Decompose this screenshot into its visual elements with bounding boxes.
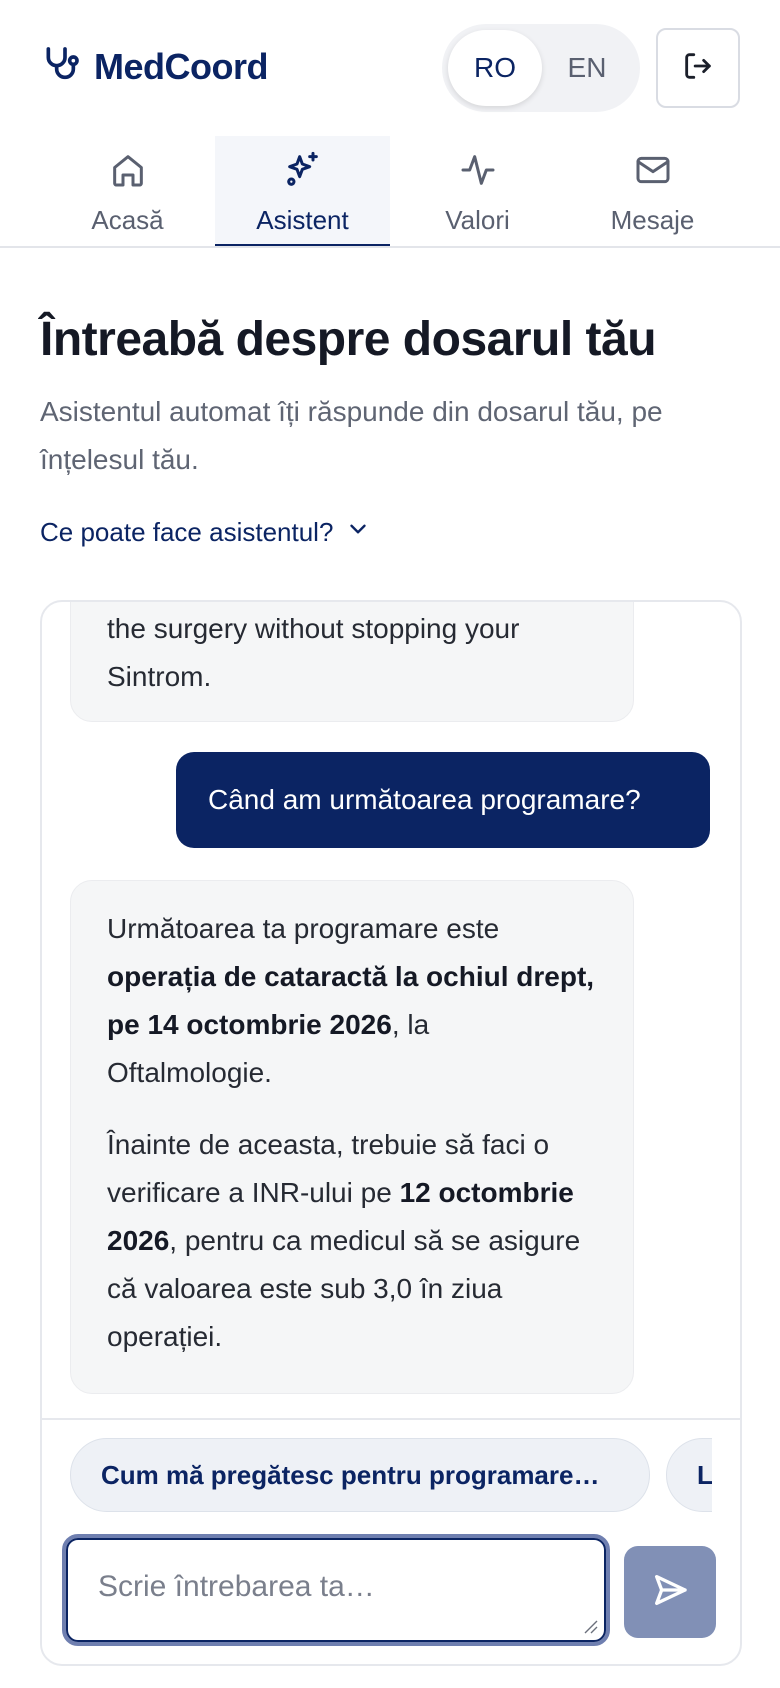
message-bold-text: operația de cataractă la ochiul drept, p…	[107, 961, 595, 1040]
logout-button[interactable]	[656, 28, 740, 108]
main-tabs: Acasă Asistent Valori Mesaje	[40, 136, 740, 248]
user-message: Când am următoarea programare?	[176, 752, 710, 848]
message-paragraph: Înainte de aceasta, trebuie să faci o ve…	[107, 1121, 597, 1361]
suggestion-chip[interactable]: La	[666, 1438, 712, 1512]
suggestion-chip[interactable]: Cum mă pregătesc pentru programare…	[70, 1438, 650, 1512]
app-header: MedCoord RO EN	[0, 0, 780, 136]
tabs-divider	[0, 246, 780, 248]
suggestions-divider	[42, 1418, 740, 1420]
tab-asistent[interactable]: Asistent	[215, 136, 390, 248]
app-logo[interactable]: MedCoord	[40, 44, 268, 89]
sparkles-icon	[283, 150, 323, 205]
page-subtitle: Asistentul automat îți răspunde din dosa…	[40, 396, 663, 475]
message-paragraph: Următoarea ta programare este operația d…	[107, 905, 597, 1097]
chevron-down-icon	[345, 516, 371, 549]
app-name: MedCoord	[94, 45, 268, 87]
message-text: Următoarea ta programare este	[107, 913, 500, 944]
activity-icon	[458, 150, 498, 205]
message-line: Sintrom.	[107, 661, 212, 692]
message-text: , pentru ca medicul să se asigure că val…	[107, 1225, 581, 1352]
question-input-wrapper	[62, 1534, 610, 1646]
language-toggle: RO EN	[442, 24, 640, 112]
stethoscope-icon	[40, 44, 80, 89]
message-line: the surgery without stopping your	[107, 613, 520, 644]
question-input[interactable]	[66, 1538, 606, 1642]
mail-icon	[633, 150, 673, 205]
user-message-text: Când am următoarea programare?	[208, 784, 641, 815]
chat-messages[interactable]: the surgery without stopping your Sintro…	[42, 602, 740, 1418]
assistant-message: the surgery without stopping your Sintro…	[70, 602, 634, 722]
page-title: Întreabă despre dosarul tău	[40, 313, 657, 366]
tab-mesaje[interactable]: Mesaje	[565, 136, 740, 248]
send-button[interactable]	[624, 1546, 716, 1638]
tab-label: Mesaje	[610, 205, 695, 235]
assistant-message: Următoarea ta programare este operația d…	[70, 880, 634, 1394]
resize-handle-icon[interactable]	[582, 1618, 598, 1634]
language-ro-button[interactable]: RO	[448, 30, 542, 106]
tab-label: Acasă	[91, 205, 164, 235]
capabilities-toggle[interactable]: Ce poate face asistentul?	[40, 516, 371, 549]
tab-valori[interactable]: Valori	[390, 136, 565, 248]
tab-label: Valori	[445, 205, 510, 235]
capabilities-label: Ce poate face asistentul?	[40, 517, 334, 547]
home-icon	[108, 150, 148, 205]
tab-acasa[interactable]: Acasă	[40, 136, 215, 248]
logout-icon	[681, 49, 715, 88]
chat-panel: the surgery without stopping your Sintro…	[40, 600, 742, 1666]
tab-label: Asistent	[256, 205, 349, 235]
language-en-button[interactable]: EN	[540, 30, 634, 106]
send-icon	[650, 1570, 690, 1615]
suggestion-chips[interactable]: Cum mă pregătesc pentru programare… La	[70, 1438, 712, 1512]
